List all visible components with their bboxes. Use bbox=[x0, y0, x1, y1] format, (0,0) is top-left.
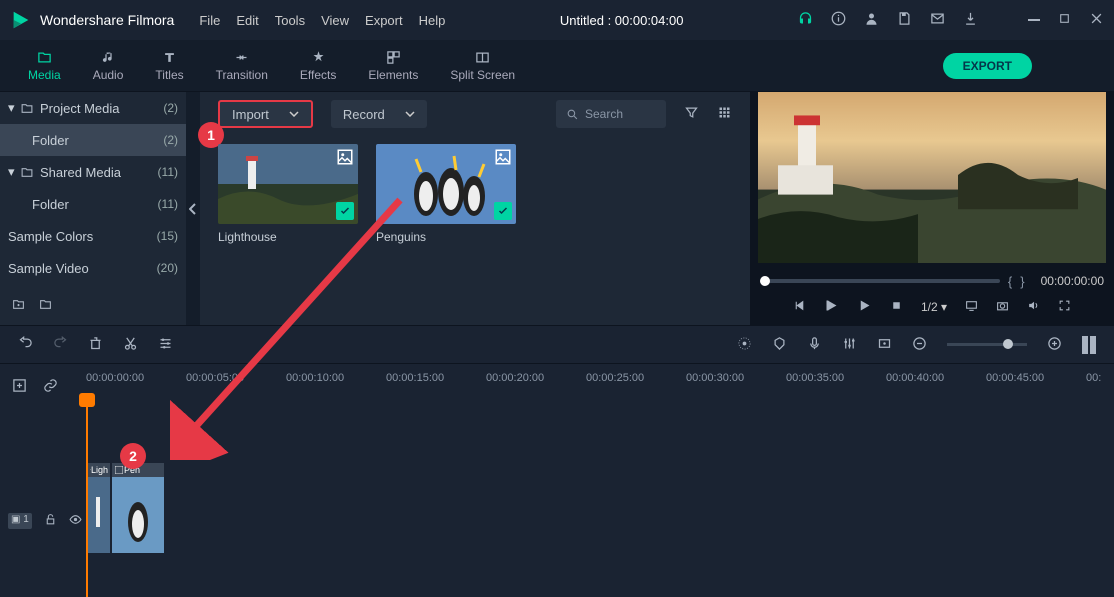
tab-audio[interactable]: Audio bbox=[77, 50, 140, 82]
mail-icon[interactable] bbox=[930, 11, 945, 29]
app-name: Wondershare Filmora bbox=[40, 12, 174, 28]
timeline-ruler[interactable]: 00:00:00:0000:00:05:0000:00:10:0000:00:1… bbox=[0, 363, 1114, 393]
annotation-arrow bbox=[170, 180, 430, 460]
tab-transition[interactable]: Transition bbox=[200, 50, 284, 82]
sidebar-item-sample-colors[interactable]: Sample Colors (15) bbox=[0, 220, 186, 252]
sidebar-item-label: Project Media bbox=[40, 101, 119, 116]
clip-lighthouse[interactable]: Ligh bbox=[88, 463, 110, 553]
marker-icon[interactable] bbox=[772, 336, 787, 354]
tab-media[interactable]: Media bbox=[12, 50, 77, 82]
image-type-icon bbox=[494, 148, 512, 166]
prev-frame-icon[interactable] bbox=[793, 299, 806, 315]
timeline[interactable]: Ligh Pen ▣ 1 2 bbox=[0, 393, 1114, 597]
ruler-mark: 00: bbox=[1086, 372, 1101, 384]
minimize-icon[interactable] bbox=[1028, 19, 1040, 21]
menu-file[interactable]: File bbox=[199, 13, 220, 28]
zoom-fit-icon[interactable] bbox=[1082, 336, 1096, 354]
redo-icon[interactable] bbox=[53, 336, 68, 354]
headphones-icon[interactable] bbox=[798, 11, 813, 29]
preview-scrubber[interactable] bbox=[760, 279, 1000, 283]
grid-view-icon[interactable] bbox=[717, 105, 732, 123]
delete-icon[interactable] bbox=[88, 336, 103, 354]
play-icon[interactable] bbox=[857, 298, 872, 316]
save-icon[interactable] bbox=[897, 11, 912, 29]
menu-help[interactable]: Help bbox=[419, 13, 446, 28]
display-icon[interactable] bbox=[965, 299, 978, 315]
ruler-mark: 00:00:40:00 bbox=[886, 372, 944, 384]
render-icon[interactable] bbox=[737, 336, 752, 354]
import-dropdown[interactable]: Import bbox=[218, 100, 313, 128]
link-icon[interactable] bbox=[43, 378, 58, 396]
fullscreen-icon[interactable] bbox=[1058, 299, 1071, 315]
export-button[interactable]: EXPORT bbox=[943, 53, 1032, 79]
crop-icon[interactable] bbox=[877, 336, 892, 354]
sidebar-item-label: Shared Media bbox=[40, 165, 121, 180]
zoom-in-icon[interactable] bbox=[1047, 336, 1062, 354]
mark-out-icon[interactable]: } bbox=[1020, 274, 1024, 289]
sidebar-item-project-media[interactable]: ▾ Project Media (2) bbox=[0, 92, 186, 124]
ruler-mark: 00:00:30:00 bbox=[686, 372, 744, 384]
eye-icon[interactable] bbox=[69, 513, 82, 529]
tab-elements[interactable]: Elements bbox=[352, 50, 434, 82]
volume-icon[interactable] bbox=[1027, 299, 1040, 315]
voiceover-icon[interactable] bbox=[807, 336, 822, 354]
sidebar-item-label: Folder bbox=[32, 133, 69, 148]
app-logo bbox=[10, 9, 32, 31]
menu-export[interactable]: Export bbox=[365, 13, 403, 28]
sidebar-item-label: Sample Video bbox=[8, 261, 89, 276]
zoom-out-icon[interactable] bbox=[912, 336, 927, 354]
zoom-slider[interactable] bbox=[947, 343, 1027, 346]
ruler-mark: 00:00:45:00 bbox=[986, 372, 1044, 384]
image-type-icon bbox=[336, 148, 354, 166]
ruler-mark: 00:00:25:00 bbox=[586, 372, 644, 384]
mark-in-icon[interactable]: { bbox=[1008, 274, 1012, 289]
sidebar: ▾ Project Media (2) Folder (2) ▾ Shared … bbox=[0, 92, 186, 325]
close-icon[interactable] bbox=[1089, 11, 1104, 29]
speed-dropdown[interactable]: 1/2 ▾ bbox=[921, 300, 947, 314]
undo-icon[interactable] bbox=[18, 336, 33, 354]
menu-edit[interactable]: Edit bbox=[236, 13, 258, 28]
menu-tools[interactable]: Tools bbox=[275, 13, 305, 28]
sidebar-item-label: Folder bbox=[32, 197, 69, 212]
snapshot-icon[interactable] bbox=[996, 299, 1009, 315]
sidebar-item-folder[interactable]: Folder (2) bbox=[0, 124, 186, 156]
ruler-mark: 00:00:20:00 bbox=[486, 372, 544, 384]
filter-icon[interactable] bbox=[684, 105, 699, 123]
preview-viewport bbox=[758, 92, 1106, 263]
tab-effects[interactable]: Effects bbox=[284, 50, 352, 82]
track-badge[interactable]: ▣ 1 bbox=[8, 513, 32, 529]
maximize-icon[interactable] bbox=[1058, 12, 1071, 28]
sidebar-item-folder-2[interactable]: Folder (11) bbox=[0, 188, 186, 220]
tab-split-screen[interactable]: Split Screen bbox=[434, 50, 531, 82]
ruler-mark: 00:00:00:00 bbox=[86, 372, 144, 384]
lock-icon[interactable] bbox=[44, 513, 57, 529]
info-icon[interactable] bbox=[831, 11, 846, 29]
mixer-icon[interactable] bbox=[842, 336, 857, 354]
ruler-mark: 00:00:35:00 bbox=[786, 372, 844, 384]
callout-2: 2 bbox=[120, 443, 146, 469]
menu-view[interactable]: View bbox=[321, 13, 349, 28]
folder-icon[interactable] bbox=[39, 298, 52, 314]
play-pause-icon[interactable] bbox=[824, 298, 839, 316]
download-icon[interactable] bbox=[963, 11, 978, 29]
sidebar-item-label: Sample Colors bbox=[8, 229, 93, 244]
record-dropdown[interactable]: Record bbox=[331, 100, 427, 128]
clip-penguins[interactable]: Pen bbox=[112, 463, 164, 553]
add-track-icon[interactable] bbox=[12, 378, 27, 396]
sidebar-item-shared-media[interactable]: ▾ Shared Media (11) bbox=[0, 156, 186, 188]
document-title: Untitled : 00:00:04:00 bbox=[445, 13, 798, 28]
tab-titles[interactable]: Titles bbox=[139, 50, 199, 82]
sidebar-item-sample-video[interactable]: Sample Video (20) bbox=[0, 252, 186, 284]
new-folder-icon[interactable] bbox=[12, 298, 25, 314]
stop-icon[interactable] bbox=[890, 299, 903, 315]
search-input[interactable]: Search bbox=[556, 100, 666, 128]
check-icon bbox=[494, 202, 512, 220]
cut-icon[interactable] bbox=[123, 336, 138, 354]
preview-timecode: 00:00:00:00 bbox=[1041, 274, 1104, 288]
user-icon[interactable] bbox=[864, 11, 879, 29]
